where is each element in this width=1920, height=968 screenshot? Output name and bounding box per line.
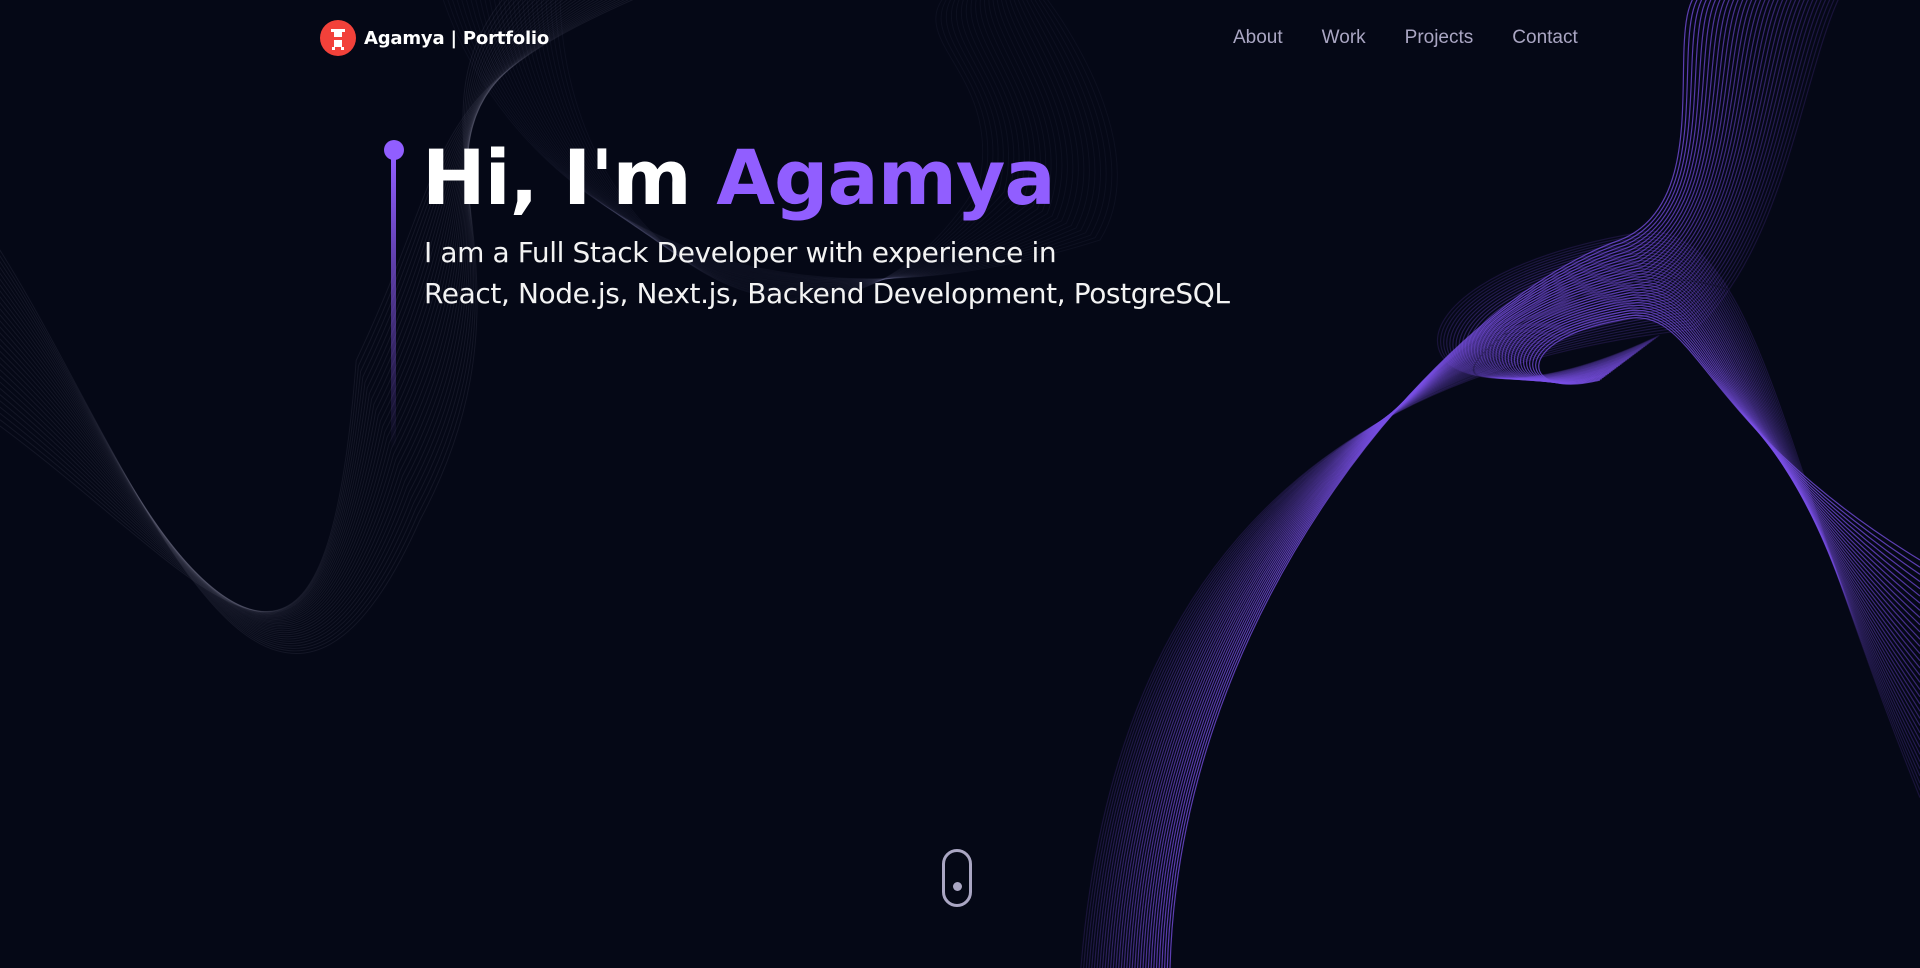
scroll-indicator-dot: [953, 882, 962, 891]
hero-timeline-dot: [384, 140, 404, 160]
brand-home-link[interactable]: Agamya | Portfolio: [320, 20, 549, 56]
brand-suffix: Portfolio: [462, 27, 550, 49]
hero-name: Agamya: [716, 133, 1056, 222]
portfolio-page: Agamya | Portfolio About Work Projects C…: [0, 0, 1920, 968]
brand-logo-icon: [320, 20, 356, 56]
nav-links: About Work Projects Contact: [1233, 27, 1578, 49]
brand-name: Agamya | Portfolio: [364, 28, 549, 49]
hero-greeting: Hi, I'm: [422, 133, 717, 222]
navbar: Agamya | Portfolio About Work Projects C…: [0, 0, 1920, 78]
hero-subtitle-line2: React, Node.js, Next.js, Backend Develop…: [424, 277, 1230, 310]
hero-timeline-bar: [391, 158, 396, 448]
nav-link-projects[interactable]: Projects: [1405, 27, 1474, 49]
scroll-down-icon[interactable]: [942, 849, 972, 907]
brand-name-text: Agamya: [364, 27, 445, 49]
nav-link-work[interactable]: Work: [1322, 27, 1366, 49]
brand-separator: |: [444, 27, 463, 49]
nav-link-about[interactable]: About: [1233, 27, 1283, 49]
hero-subtitle-line1: I am a Full Stack Developer with experie…: [424, 236, 1057, 269]
nav-link-contact[interactable]: Contact: [1512, 27, 1577, 49]
hero-subtitle: I am a Full Stack Developer with experie…: [424, 232, 1230, 314]
hero-title: Hi, I'm Agamya: [422, 128, 1056, 228]
